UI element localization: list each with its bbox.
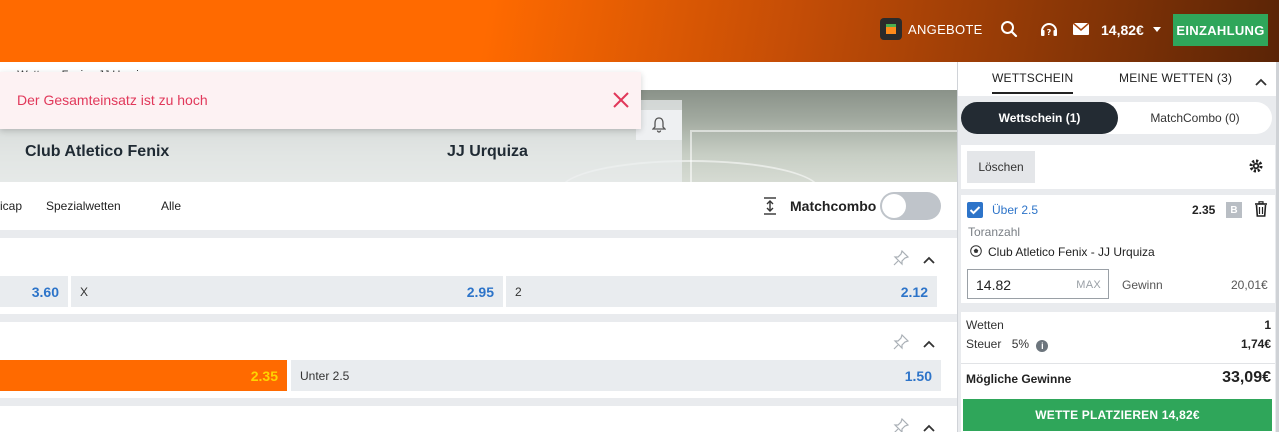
tax-row: Steuer 5% i xyxy=(966,337,1049,352)
soccer-ball-icon xyxy=(970,245,982,260)
market-card-1x2: 3.60 X 2.95 2 2.12 xyxy=(0,238,957,314)
tab-all[interactable]: Alle xyxy=(161,199,181,213)
segment-matchcombo[interactable]: MatchCombo (0) xyxy=(1118,102,1272,134)
matchcombo-label: Matchcombo xyxy=(790,198,877,214)
tab-betslip[interactable]: WETTSCHEIN xyxy=(992,71,1074,94)
search-icon[interactable] xyxy=(1000,20,1018,41)
odd-button-away[interactable]: 2 2.12 xyxy=(506,276,937,307)
bet-selection[interactable]: Über 2.5 xyxy=(992,203,1038,217)
bet-match-name: Club Atletico Fenix - JJ Urquiza xyxy=(988,245,1155,259)
expand-collapse-icon[interactable] xyxy=(763,197,777,218)
odd-value: 2.12 xyxy=(900,284,928,300)
offers-link[interactable]: ANGEBOTE xyxy=(880,18,983,40)
toggle-knob xyxy=(882,194,906,218)
chevron-up-icon[interactable] xyxy=(923,336,935,351)
odd-button-draw[interactable]: X 2.95 xyxy=(71,276,503,307)
pin-icon[interactable] xyxy=(893,333,910,353)
win-label: Gewinn xyxy=(1122,278,1163,292)
bet-checkbox[interactable] xyxy=(967,202,983,218)
betslip-segment-control: Wettschein (1) MatchCombo (0) xyxy=(961,102,1272,134)
error-toast: Der Gesamteinsatz ist zu hoch xyxy=(0,72,641,129)
odd-value: 3.60 xyxy=(31,284,59,300)
pin-icon[interactable] xyxy=(893,249,910,269)
tax-rate: 5% xyxy=(1011,337,1030,351)
possible-win-label: Mögliche Gewinne xyxy=(966,372,1072,386)
chevron-up-icon[interactable] xyxy=(923,420,935,432)
odd-value: 2.35 xyxy=(250,368,278,384)
bet-item: Über 2.5 2.35 B Toranzahl Club Atletico … xyxy=(961,195,1275,303)
market-card-over-under: 2.35 Unter 2.5 1.50 xyxy=(0,322,957,398)
stake-input[interactable]: 14.82 MAX xyxy=(967,269,1109,299)
betslip-panel: WETTSCHEIN MEINE WETTEN (3) Wettschein (… xyxy=(957,62,1279,432)
tab-handicap[interactable]: icap xyxy=(0,199,22,213)
clear-button[interactable]: Löschen xyxy=(967,151,1035,183)
max-stake-button[interactable]: MAX xyxy=(1076,279,1101,291)
chevron-up-icon[interactable] xyxy=(1255,74,1267,89)
odd-value: 2.95 xyxy=(466,284,494,300)
away-team-name: JJ Urquiza xyxy=(447,143,528,160)
chevron-down-icon[interactable] xyxy=(1153,27,1161,32)
odd-label: X xyxy=(80,285,89,299)
gift-icon xyxy=(880,18,902,40)
bets-count-value: 1 xyxy=(1264,318,1271,332)
odd-label: Unter 2.5 xyxy=(300,369,350,383)
boost-badge[interactable]: B xyxy=(1226,202,1242,218)
bets-count-label: Wetten xyxy=(966,318,1004,332)
home-team-name: Club Atletico Fenix xyxy=(25,143,170,160)
support-headset-icon[interactable]: ? xyxy=(1039,20,1059,43)
bet-odd: 2.35 xyxy=(1192,203,1216,217)
top-header: ANGEBOTE ? 14,82€ EINZAHLUNG xyxy=(0,0,1279,62)
odd-button-home[interactable]: 3.60 xyxy=(0,276,68,307)
pin-icon[interactable] xyxy=(893,417,910,432)
bet-market-name: Toranzahl xyxy=(968,225,1021,239)
place-bet-button[interactable]: WETTE PLATZIEREN 14,82€ xyxy=(963,399,1272,431)
divider xyxy=(961,363,1275,364)
svg-text:?: ? xyxy=(1047,28,1052,37)
close-icon[interactable] xyxy=(612,91,630,109)
odd-value: 1.50 xyxy=(904,368,932,384)
market-card-next xyxy=(0,406,957,432)
betslip-summary: Wetten 1 Steuer 5% i 1,74€ Mögliche Gewi… xyxy=(961,312,1275,432)
checkmark-icon xyxy=(969,206,981,215)
matchcombo-toggle[interactable] xyxy=(880,192,941,220)
toast-message: Der Gesamteinsatz ist zu hoch xyxy=(17,92,208,108)
odd-button-over-selected[interactable]: 2.35 xyxy=(0,360,287,391)
account-balance[interactable]: 14,82€ xyxy=(1101,22,1144,38)
tax-value: 1,74€ xyxy=(1240,337,1271,351)
deposit-button[interactable]: EINZAHLUNG xyxy=(1173,14,1268,46)
chevron-up-icon[interactable] xyxy=(923,252,935,267)
stake-value: 14.82 xyxy=(976,277,1012,293)
betslip-toolbar: Löschen xyxy=(961,145,1275,189)
offers-label: ANGEBOTE xyxy=(908,21,983,37)
segment-single-bets[interactable]: Wettschein (1) xyxy=(961,102,1118,134)
odd-button-under[interactable]: Unter 2.5 1.50 xyxy=(291,360,941,391)
win-value: 20,01€ xyxy=(1231,278,1268,292)
tab-special-bets[interactable]: Spezialwetten xyxy=(46,199,121,213)
tax-label: Steuer xyxy=(966,337,1002,351)
mail-icon[interactable] xyxy=(1072,22,1090,38)
possible-win-value: 33,09€ xyxy=(1222,369,1271,386)
market-tabs-bar: icap Spezialwetten Alle Matchcombo xyxy=(0,182,957,230)
gear-icon[interactable] xyxy=(1248,158,1264,177)
info-icon[interactable]: i xyxy=(1036,340,1049,352)
betslip-tabs: WETTSCHEIN MEINE WETTEN (3) xyxy=(958,62,1278,96)
notification-bell-icon[interactable] xyxy=(636,110,682,140)
tab-my-bets[interactable]: MEINE WETTEN (3) xyxy=(1119,71,1232,85)
trash-icon[interactable] xyxy=(1254,201,1268,220)
odd-label: 2 xyxy=(515,285,522,299)
